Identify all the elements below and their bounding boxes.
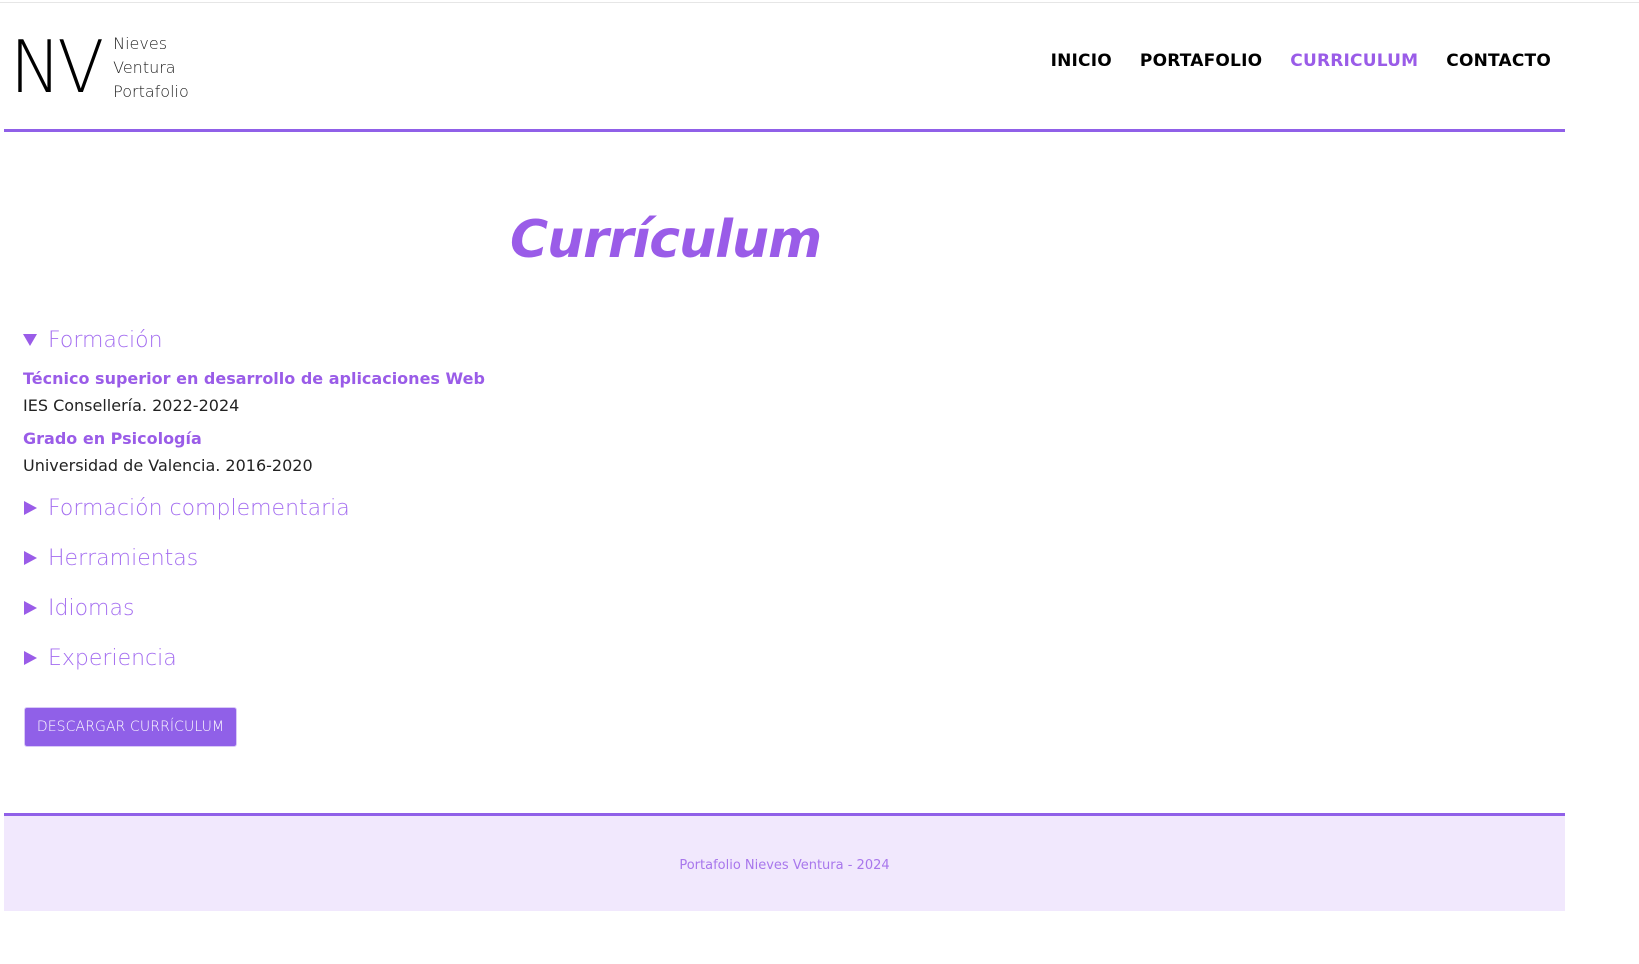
logo-mark: NV [10,25,104,109]
footer-text: Portafolio Nieves Ventura - 2024 [679,858,890,873]
logo[interactable]: NV Nieves Ventura Portafolio [10,27,189,107]
section-toggle-experiencia[interactable]: Experiencia [23,642,823,674]
section-label: Experiencia [48,645,177,671]
nav-link-portafolio[interactable]: PORTAFOLIO [1140,51,1262,71]
section-toggle-formacion[interactable]: Formación [23,324,823,356]
section-toggle-idiomas[interactable]: Idiomas [23,592,823,624]
page-title: Currículum [510,210,822,270]
section-label: Idiomas [48,595,135,621]
entry-detail: IES Consellería. 2022-2024 [23,396,240,415]
site-header: NV Nieves Ventura Portafolio INICIO PORT… [4,3,1565,132]
section-label: Formación complementaria [48,495,350,521]
section-label: Formación [48,327,163,353]
entry-title: Grado en Psicología [23,429,202,448]
logo-text: Nieves Ventura Portafolio [113,32,189,104]
triangle-right-icon [24,651,37,665]
main-nav: INICIO PORTAFOLIO CURRICULUM CONTACTO [1051,51,1551,71]
logo-line-1: Nieves [113,34,168,53]
nav-link-contacto[interactable]: CONTACTO [1446,51,1551,71]
section-idiomas: Idiomas [23,592,823,624]
download-curriculum-button[interactable]: DESCARGAR CURRÍCULUM [24,707,237,747]
section-formacion: Formación Técnico superior en desarrollo… [23,324,823,480]
section-toggle-herramientas[interactable]: Herramientas [23,542,823,574]
triangle-right-icon [24,601,37,615]
list-item: Grado en Psicología Universidad de Valen… [23,426,823,480]
curriculum-sections: Formación Técnico superior en desarrollo… [23,324,823,692]
triangle-right-icon [24,551,37,565]
nav-link-inicio[interactable]: INICIO [1051,51,1112,71]
entry-detail: Universidad de Valencia. 2016-2020 [23,456,313,475]
section-label: Herramientas [48,545,199,571]
logo-line-3: Portafolio [113,82,189,101]
site-footer: Portafolio Nieves Ventura - 2024 [4,813,1565,911]
section-formacion-complementaria: Formación complementaria [23,492,823,524]
section-herramientas: Herramientas [23,542,823,574]
triangle-right-icon [24,501,37,515]
section-content: Técnico superior en desarrollo de aplica… [23,366,823,480]
section-toggle-formacion-complementaria[interactable]: Formación complementaria [23,492,823,524]
nav-link-curriculum[interactable]: CURRICULUM [1290,51,1418,71]
triangle-down-icon [23,334,37,346]
logo-line-2: Ventura [113,58,176,77]
list-item: Técnico superior en desarrollo de aplica… [23,366,823,420]
section-experiencia: Experiencia [23,642,823,674]
entry-title: Técnico superior en desarrollo de aplica… [23,369,485,388]
